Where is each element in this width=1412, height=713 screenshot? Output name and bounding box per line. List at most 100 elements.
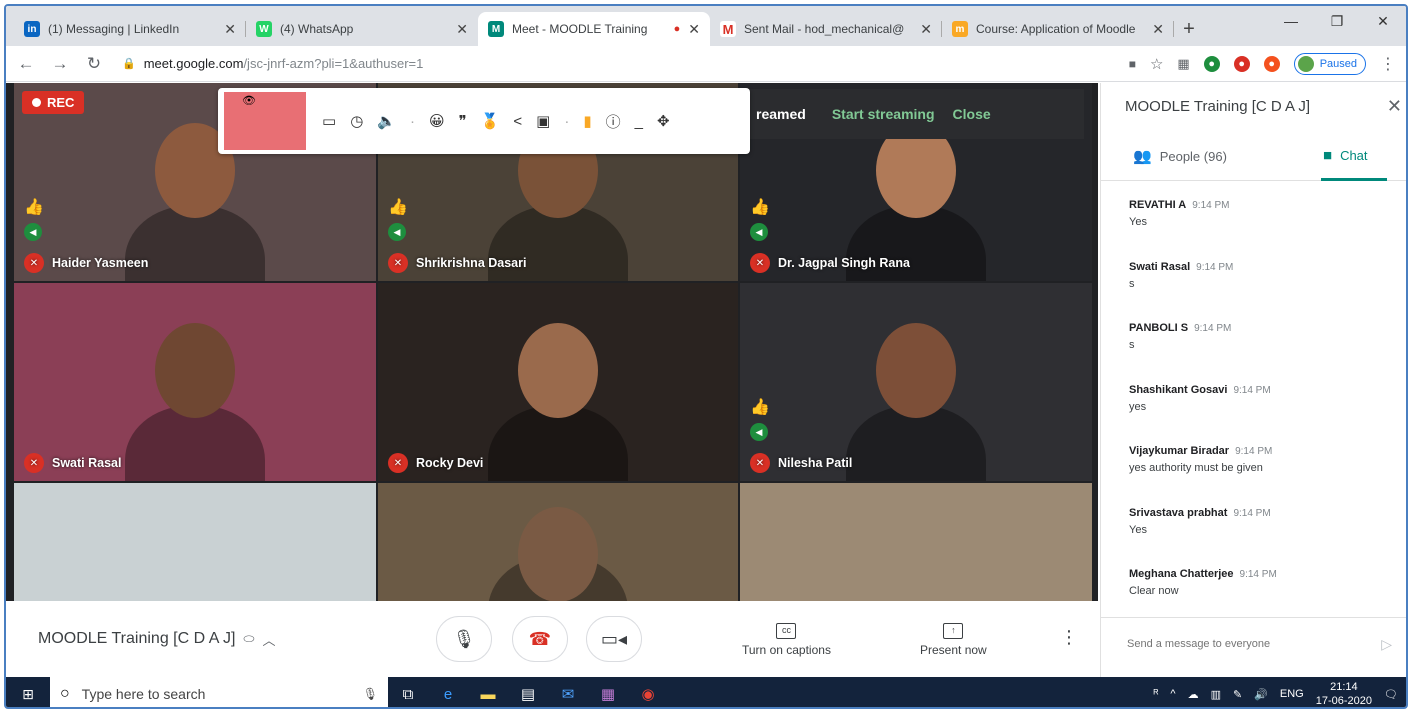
hang-up-icon: ☎	[528, 628, 552, 649]
url-field[interactable]: 🔒 meet.google.com/jsc-jnrf-azm?pli=1&aut…	[122, 50, 1042, 78]
app-icon[interactable]: ▦	[588, 685, 628, 703]
close-icon[interactable]: ✕	[456, 21, 468, 38]
more-options-icon[interactable]: ⋮	[1060, 627, 1078, 648]
present-label: Present now	[920, 643, 987, 657]
participant-name: ✕ Nilesha Patil	[750, 453, 852, 473]
notifications-icon[interactable]: 🗨	[1384, 688, 1398, 701]
pen-icon[interactable]: ✎	[1233, 688, 1242, 701]
tab-whatsapp[interactable]: W (4) WhatsApp ✕	[246, 12, 478, 46]
extension-icon[interactable]: ●	[1203, 55, 1220, 72]
meeting-details[interactable]: MOODLE Training [C D A J] ⬭ ︿	[38, 630, 276, 649]
taskbar-search[interactable]: ○ Type here to search 🎙	[50, 677, 388, 707]
close-window-icon[interactable]: ✕	[1360, 6, 1406, 36]
message-sender: REVATHI A	[1129, 199, 1187, 211]
extension-icon[interactable]: ●	[1263, 55, 1280, 72]
participant-name: ✕ Rocky Devi	[388, 453, 483, 473]
close-icon[interactable]: ✕	[1152, 21, 1164, 38]
captions-button[interactable]: cc Turn on captions	[742, 623, 831, 657]
forward-icon[interactable]: →	[46, 54, 74, 74]
share-icon[interactable]: <	[513, 113, 522, 130]
cloud-icon[interactable]: ☁	[1188, 688, 1199, 701]
camera-button[interactable]: ▭◂	[586, 616, 642, 662]
language-indicator[interactable]: ENG	[1280, 688, 1304, 700]
task-view-icon[interactable]: ⧉	[388, 686, 428, 703]
system-tray: ᴿ ^ ☁ ▥ ✎ 🔊 ENG 21:14 17-06-2020 🗨	[1153, 680, 1398, 707]
participant-tile[interactable]	[740, 483, 1092, 601]
microphone-icon[interactable]: 🎙	[363, 687, 378, 701]
eye-icon: 👁	[242, 95, 256, 107]
leave-call-button[interactable]: ☎	[512, 616, 568, 662]
message-time: 9:14 PM	[1194, 323, 1232, 334]
active-tab-indicator	[1321, 178, 1387, 181]
timer-icon[interactable]: ◷	[350, 112, 363, 130]
tab-gmail[interactable]: M Sent Mail - hod_mechanical@ ✕	[710, 12, 942, 46]
volume-icon[interactable]: 🔊	[1254, 688, 1268, 701]
chrome-icon[interactable]: ◉	[628, 685, 668, 703]
window-controls: — ❐ ✕	[1268, 6, 1406, 36]
close-icon[interactable]: ✕	[920, 21, 932, 38]
tab-linkedin[interactable]: in (1) Messaging | LinkedIn ✕	[14, 12, 246, 46]
chat-input[interactable]	[1127, 638, 1357, 650]
microphone-button[interactable]: 🎙	[436, 616, 492, 662]
note-icon[interactable]: ▮	[583, 112, 591, 130]
reload-icon[interactable]: ↻	[80, 54, 108, 74]
message-text: s	[1129, 339, 1135, 351]
mic-off-icon: ✕	[388, 453, 408, 473]
participant-tile[interactable]	[14, 483, 376, 601]
chevron-up-icon[interactable]: ︿	[263, 630, 276, 649]
participant-tile[interactable]: ✕ Swati Rasal	[14, 283, 376, 481]
start-streaming-button[interactable]: Start streaming	[832, 106, 935, 122]
tab-chat[interactable]: ■ Chat	[1323, 147, 1368, 164]
people-icon[interactable]: ᴿ	[1153, 688, 1158, 700]
star-icon[interactable]: ☆	[1150, 55, 1163, 73]
send-icon[interactable]: ▷	[1381, 636, 1392, 653]
participant-tile[interactable]	[378, 483, 738, 601]
close-icon[interactable]: ✕	[688, 21, 700, 38]
profile-button[interactable]: Paused	[1293, 52, 1366, 75]
info-icon[interactable]: ⓘ	[606, 111, 621, 132]
new-tab-button[interactable]: +	[1174, 12, 1204, 46]
network-icon[interactable]: ▥	[1211, 688, 1221, 701]
camera-icon[interactable]: ■	[1129, 57, 1136, 71]
close-banner-button[interactable]: Close	[953, 106, 991, 122]
restore-icon[interactable]: ❐	[1314, 6, 1360, 36]
extension-icon[interactable]: ●	[1233, 55, 1250, 72]
participant-tile[interactable]: 👍 ◀ ✕ Nilesha Patil	[740, 283, 1092, 481]
tab-moodle[interactable]: m Course: Application of Moodle ✕	[942, 12, 1174, 46]
file-explorer-icon[interactable]: ▬	[468, 686, 508, 703]
linkedin-icon: in	[24, 21, 40, 37]
edge-icon[interactable]: e	[428, 686, 468, 703]
clock[interactable]: 21:14 17-06-2020	[1316, 680, 1372, 707]
minimize-icon[interactable]: —	[1268, 6, 1314, 36]
tab-label: (1) Messaging | LinkedIn	[48, 22, 180, 36]
store-icon[interactable]: ▤	[508, 685, 548, 703]
chevron-up-icon[interactable]: ^	[1170, 688, 1175, 700]
participant-tile[interactable]: ✕ Rocky Devi	[378, 283, 738, 481]
minimize-toolbar-icon[interactable]: _	[635, 113, 643, 130]
badge-icon[interactable]: 🏅	[481, 112, 500, 130]
volume-icon[interactable]: 🔈	[377, 112, 396, 130]
close-icon[interactable]: ✕	[224, 21, 236, 38]
calendar-icon[interactable]: ▭	[322, 112, 336, 130]
color-swatch[interactable]: 👁	[224, 92, 306, 150]
close-panel-icon[interactable]: ✕	[1387, 96, 1402, 117]
participant-face	[876, 322, 956, 418]
back-icon[interactable]: ←	[12, 54, 40, 74]
mail-icon[interactable]: ✉	[548, 685, 588, 703]
mic-off-icon: ✕	[24, 453, 44, 473]
screen-icon[interactable]: ▣	[536, 112, 550, 130]
recording-badge: REC	[22, 91, 85, 114]
tab-meet[interactable]: M Meet - MOODLE Training ● ✕	[478, 12, 710, 46]
windows-start-icon[interactable]: ⊞	[6, 686, 50, 703]
participant-name: ✕ Swati Rasal	[24, 453, 121, 473]
emoji-icon[interactable]: 😀	[429, 112, 445, 130]
menu-icon[interactable]: ⋮	[1380, 54, 1396, 74]
url-host: meet.google.com	[143, 56, 244, 71]
move-icon[interactable]: ✥	[657, 112, 670, 130]
chat-messages: REVATHI A 9:14 PM Yes Swati Rasal 9:14 PM s PA…	[1129, 195, 1389, 626]
grid-extension-icon[interactable]: ▦	[1177, 56, 1189, 72]
quote-icon[interactable]: ❞	[459, 112, 467, 130]
tab-people[interactable]: 👥 People (96)	[1133, 147, 1227, 165]
message-text: yes	[1129, 400, 1147, 413]
present-button[interactable]: ↑ Present now	[920, 623, 987, 657]
